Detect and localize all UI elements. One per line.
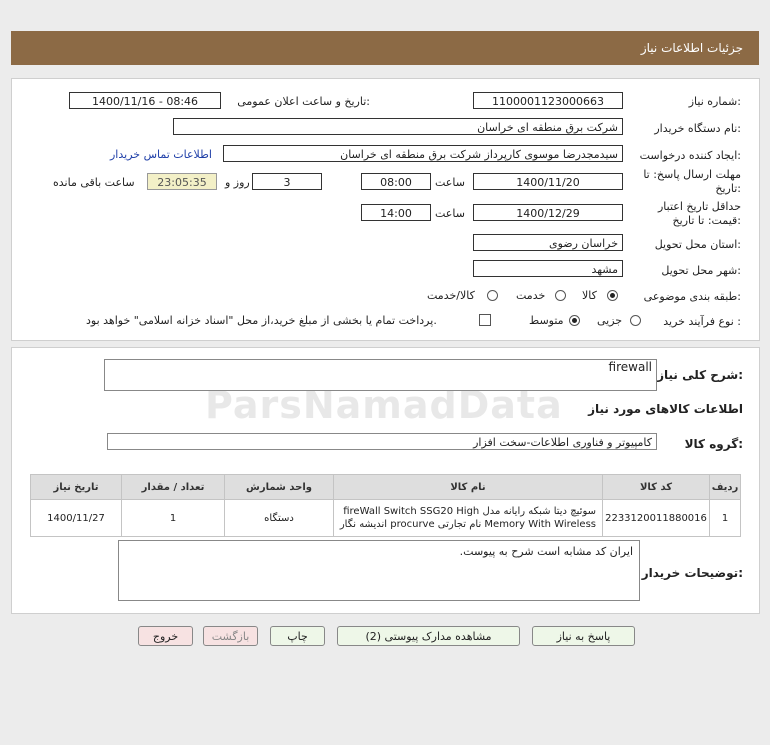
validity-time-label: ساعت — [435, 207, 465, 220]
col-name: نام کالا — [333, 474, 603, 500]
cell-name: سوئیچ دیتا شبکه رایانه مدل fireWall Swit… — [333, 499, 603, 537]
need-summary-label: شرح کلی نیاز: — [657, 368, 743, 382]
print-button[interactable]: چاپ — [270, 626, 325, 646]
process-minor-label: جزیی — [597, 314, 623, 327]
validity-label-line1: حداقل تاریخ اعتبار — [657, 200, 741, 213]
need-number-field: 1100001123000663 — [473, 92, 623, 109]
cell-name-line1: سوئیچ دیتا شبکه رایانه مدل fireWall Swit… — [343, 506, 596, 517]
treasury-payment-checkbox[interactable] — [479, 314, 491, 326]
col-unit: واحد شمارش — [224, 474, 334, 500]
category-service-label: خدمت — [516, 289, 546, 302]
city-field: مشهد — [473, 260, 623, 277]
cell-index: 1 — [709, 499, 741, 537]
category-goods-label: کالا — [582, 289, 597, 302]
goods-group-label: گروه کالا: — [684, 437, 743, 451]
creator-field: سیدمجدرضا موسوی کارپرداز شرکت برق منطقه … — [223, 145, 623, 162]
treasury-payment-note: پرداخت تمام یا بخشی از مبلغ خرید،از محل … — [86, 314, 437, 327]
goods-info-title: اطلاعات کالاهای مورد نیاز — [588, 402, 743, 416]
cell-code: 2233120011880016 — [602, 499, 710, 537]
col-qty: تعداد / مقدار — [121, 474, 225, 500]
announce-datetime-field: 1400/11/16 - 08:46 — [69, 92, 221, 109]
back-button[interactable]: بازگشت — [203, 626, 258, 646]
province-field: خراسان رضوی — [473, 234, 623, 251]
buyer-notes-field: ایران کد مشابه است شرح به پیوست. — [118, 540, 640, 601]
page-header: جزئیات اطلاعات نیاز — [11, 31, 759, 65]
validity-date-field: 1400/12/29 — [473, 204, 623, 221]
process-minor-radio[interactable] — [630, 315, 641, 326]
validity-time-field: 14:00 — [361, 204, 431, 221]
process-medium-label: متوسط — [529, 314, 564, 327]
deadline-time-label: ساعت — [435, 176, 465, 189]
goods-table: ردیف کد کالا نام کالا واحد شمارش تعداد /… — [30, 474, 741, 537]
deadline-date-field: 1400/11/20 — [473, 173, 623, 190]
category-goods-radio[interactable] — [607, 290, 618, 301]
buyer-contact-link[interactable]: اطلاعات تماس خریدار — [110, 148, 212, 161]
goods-table-header: ردیف کد کالا نام کالا واحد شمارش تعداد /… — [30, 474, 741, 500]
goods-group-field: کامپیوتر و فناوری اطلاعات-سخت افزار — [107, 433, 657, 450]
announce-datetime-label: تاریخ و ساعت اعلان عمومی: — [237, 95, 370, 108]
category-goods-service-radio[interactable] — [487, 290, 498, 301]
view-documents-button[interactable]: مشاهده مدارک پیوستی (2) — [337, 626, 520, 646]
category-service-radio[interactable] — [555, 290, 566, 301]
reply-button[interactable]: پاسخ به نیاز — [532, 626, 635, 646]
cell-qty: 1 — [121, 499, 225, 537]
table-row: 1 2233120011880016 سوئیچ دیتا شبکه رایان… — [30, 499, 741, 537]
deadline-label-line2: تاریخ: — [715, 182, 741, 195]
col-index: ردیف — [709, 474, 741, 500]
province-label: استان محل تحویل: — [654, 238, 741, 251]
deadline-label-line1: مهلت ارسال پاسخ: تا — [643, 168, 741, 181]
days-label: روز و — [225, 176, 250, 189]
time-remaining-field: 23:05:35 — [147, 173, 217, 190]
validity-label: حداقل تاریخ اعتبار قیمت: تا تاریخ: — [658, 200, 741, 228]
creator-label: ایجاد کننده درخواست: — [639, 149, 741, 162]
buyer-field: شرکت برق منطقه ای خراسان — [173, 118, 623, 135]
category-goods-service-label: کالا/خدمت — [427, 289, 475, 302]
process-medium-radio[interactable] — [569, 315, 580, 326]
deadline-time-field: 08:00 — [361, 173, 431, 190]
process-label: نوع فرآیند خرید : — [663, 315, 741, 328]
category-label: طبقه بندی موضوعی: — [643, 290, 741, 303]
cell-unit: دستگاه — [224, 499, 334, 537]
validity-label-line2: قیمت: تا تاریخ: — [672, 214, 741, 227]
exit-button[interactable]: خروج — [138, 626, 193, 646]
time-remaining-label: ساعت باقی مانده — [53, 176, 135, 189]
need-summary-field: firewall — [104, 359, 657, 391]
city-label: شهر محل تحویل: — [661, 264, 741, 277]
cell-name-line2: Memory With Wireless نام تجارتی procurve… — [339, 519, 596, 530]
col-date: تاریخ نیاز — [30, 474, 122, 500]
page-title: جزئیات اطلاعات نیاز — [640, 41, 743, 55]
cell-date: 1400/11/27 — [30, 499, 122, 537]
col-code: کد کالا — [602, 474, 710, 500]
buyer-notes-label: توضیحات خریدار: — [641, 566, 743, 580]
days-remaining-field: 3 — [252, 173, 322, 190]
need-number-label: شماره نیاز: — [688, 95, 741, 108]
deadline-label: مهلت ارسال پاسخ: تا تاریخ: — [643, 168, 741, 196]
buyer-label: نام دستگاه خریدار: — [654, 122, 741, 135]
